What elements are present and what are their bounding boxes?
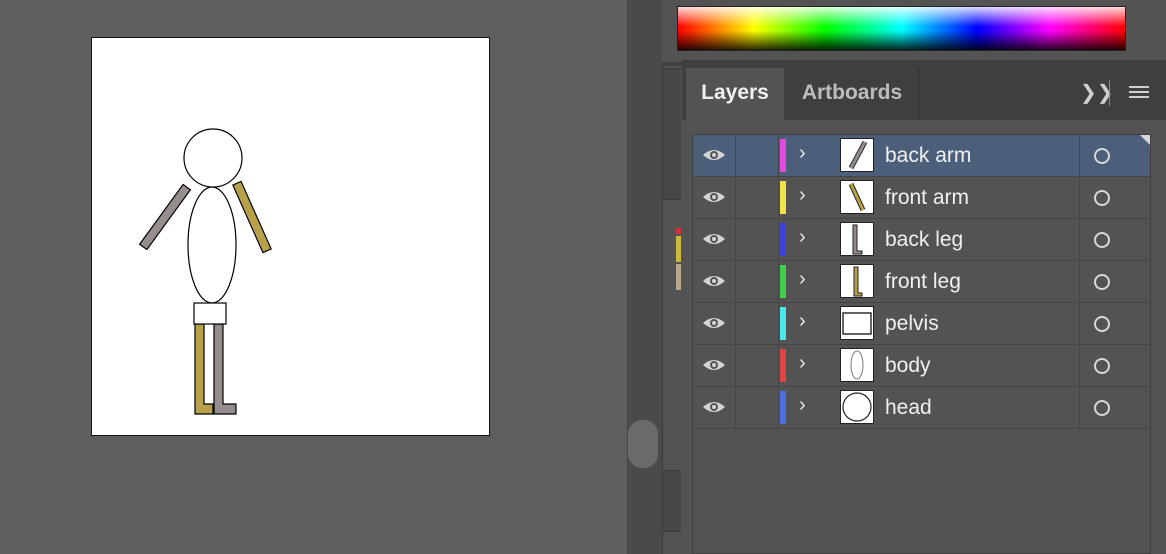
eye-icon: [703, 234, 725, 244]
layer-color-indicator: [780, 349, 786, 382]
target-circle-icon[interactable]: [1094, 274, 1110, 290]
visibility-toggle[interactable]: [693, 219, 736, 260]
figure-front-leg[interactable]: [194, 323, 214, 415]
swatch-yellow[interactable]: [676, 236, 681, 262]
eye-icon: [703, 192, 725, 202]
eye-icon: [703, 150, 725, 160]
figure-back-leg[interactable]: [213, 323, 237, 415]
tab-artboards[interactable]: Artboards: [786, 68, 919, 120]
dock-slot: [663, 470, 681, 532]
eye-icon: [703, 318, 725, 328]
layers-panel: Layers Artboards ❯❯ › back arm › front a…: [682, 60, 1166, 554]
hamburger-menu-icon[interactable]: [1129, 86, 1149, 100]
swatch-tan[interactable]: [676, 264, 681, 290]
lock-toggle[interactable]: [736, 387, 779, 428]
layer-row[interactable]: › body: [693, 345, 1150, 387]
layer-name[interactable]: pelvis: [885, 312, 939, 336]
target-circle-icon[interactable]: [1094, 148, 1110, 164]
tab-layers[interactable]: Layers: [686, 68, 784, 120]
panel-tab-bar: Layers Artboards ❯❯: [682, 60, 1166, 120]
layer-thumbnail: [840, 138, 874, 172]
vertical-scrollbar-thumb[interactable]: [628, 420, 658, 468]
visibility-toggle[interactable]: [693, 345, 736, 386]
visibility-toggle[interactable]: [693, 177, 736, 218]
lock-toggle[interactable]: [736, 261, 779, 302]
layer-color-indicator: [780, 181, 786, 214]
lock-toggle[interactable]: [736, 219, 779, 260]
eye-icon: [703, 276, 725, 286]
vertical-scrollbar-track[interactable]: [627, 0, 662, 554]
chevron-right-icon[interactable]: ›: [799, 394, 806, 417]
layer-color-indicator: [780, 391, 786, 424]
layer-name[interactable]: front leg: [885, 270, 961, 294]
target-column[interactable]: [1079, 261, 1150, 302]
layer-name[interactable]: front arm: [885, 186, 969, 210]
layer-name[interactable]: body: [885, 354, 931, 378]
layer-row[interactable]: › front arm: [693, 177, 1150, 219]
target-column[interactable]: [1079, 219, 1150, 260]
figure-head[interactable]: [183, 128, 243, 188]
layer-name[interactable]: back arm: [885, 144, 971, 168]
eye-icon: [703, 360, 725, 370]
lock-toggle[interactable]: [736, 345, 779, 386]
swatch-red[interactable]: [676, 228, 681, 234]
chevron-right-icon[interactable]: ›: [799, 184, 806, 207]
target-column[interactable]: [1079, 177, 1150, 218]
layer-row[interactable]: › head: [693, 387, 1150, 429]
layer-thumbnail: [840, 180, 874, 214]
visibility-toggle[interactable]: [693, 387, 736, 428]
target-column[interactable]: [1079, 303, 1150, 344]
layer-thumbnail: [840, 222, 874, 256]
chevron-right-icon[interactable]: ›: [799, 310, 806, 333]
layer-name[interactable]: head: [885, 396, 932, 420]
chevron-right-icon[interactable]: ›: [799, 142, 806, 165]
layer-color-indicator: [780, 139, 786, 172]
layer-row[interactable]: › back leg: [693, 219, 1150, 261]
figure-front-arm[interactable]: [232, 180, 272, 254]
layer-thumbnail: [840, 390, 874, 424]
layer-thumbnail: [840, 264, 874, 298]
layer-color-indicator: [780, 265, 786, 298]
layer-row[interactable]: › pelvis: [693, 303, 1150, 345]
target-column[interactable]: [1079, 345, 1150, 386]
figure-drawing: [138, 128, 272, 415]
canvas-workspace[interactable]: [0, 0, 627, 554]
target-circle-icon[interactable]: [1094, 190, 1110, 206]
selection-corner-icon: [1140, 135, 1150, 145]
layer-thumbnail: [840, 348, 874, 382]
layer-color-indicator: [780, 307, 786, 340]
lock-toggle[interactable]: [736, 303, 779, 344]
layer-row[interactable]: › back arm: [693, 135, 1150, 177]
visibility-toggle[interactable]: [693, 261, 736, 302]
divider: [1109, 80, 1110, 106]
visibility-toggle[interactable]: [693, 303, 736, 344]
chevron-right-icon[interactable]: ›: [799, 352, 806, 375]
artboard[interactable]: [91, 37, 490, 436]
dock-slot: [663, 68, 681, 200]
visibility-toggle[interactable]: [693, 135, 736, 176]
layer-color-indicator: [780, 223, 786, 256]
chevron-right-icon[interactable]: ›: [799, 226, 806, 249]
target-circle-icon[interactable]: [1094, 316, 1110, 332]
figure-body[interactable]: [187, 186, 237, 304]
layer-row[interactable]: › front leg: [693, 261, 1150, 303]
layer-name[interactable]: back leg: [885, 228, 963, 252]
chevron-right-icon[interactable]: ›: [799, 268, 806, 291]
target-column[interactable]: [1079, 387, 1150, 428]
target-circle-icon[interactable]: [1094, 358, 1110, 374]
layer-thumbnail: [840, 306, 874, 340]
lock-toggle[interactable]: [736, 135, 779, 176]
layer-list: › back arm › front arm › back leg › fron…: [692, 134, 1151, 554]
target-circle-icon[interactable]: [1094, 400, 1110, 416]
lock-toggle[interactable]: [736, 177, 779, 218]
target-circle-icon[interactable]: [1094, 232, 1110, 248]
eye-icon: [703, 402, 725, 412]
figure-back-arm[interactable]: [138, 183, 192, 251]
color-spectrum-picker[interactable]: [677, 6, 1126, 51]
figure-pelvis[interactable]: [193, 302, 227, 325]
